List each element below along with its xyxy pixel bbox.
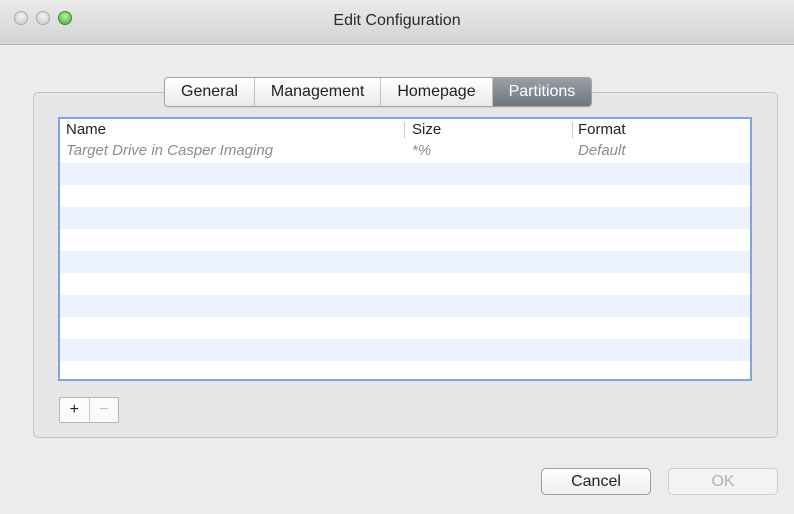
empty-table-row bbox=[60, 229, 750, 251]
tab-management[interactable]: Management bbox=[255, 78, 382, 106]
tab-general[interactable]: General bbox=[165, 78, 255, 106]
remove-partition-button[interactable]: − bbox=[90, 398, 119, 422]
ok-button[interactable]: OK bbox=[668, 468, 778, 495]
cell-format: Default bbox=[578, 142, 626, 159]
empty-table-row bbox=[60, 273, 750, 295]
tab-homepage[interactable]: Homepage bbox=[381, 78, 493, 106]
edit-configuration-window: Edit Configuration General Management Ho… bbox=[0, 0, 794, 514]
empty-table-row bbox=[60, 295, 750, 317]
tab-bar: General Management Homepage Partitions bbox=[164, 77, 593, 107]
cell-name: Target Drive in Casper Imaging bbox=[66, 142, 274, 159]
empty-table-row bbox=[60, 361, 750, 379]
window-title: Edit Configuration bbox=[333, 12, 461, 29]
column-divider[interactable] bbox=[404, 122, 405, 138]
table-header: Name Size Format bbox=[60, 119, 750, 142]
title-bar: Edit Configuration bbox=[0, 0, 794, 45]
empty-table-row bbox=[60, 251, 750, 273]
empty-table-row bbox=[60, 207, 750, 229]
empty-table-row bbox=[60, 317, 750, 339]
column-divider[interactable] bbox=[572, 122, 573, 138]
table-body: Target Drive in Casper Imaging *% Defaul… bbox=[60, 141, 750, 379]
table-row[interactable]: Target Drive in Casper Imaging *% Defaul… bbox=[60, 141, 750, 163]
column-header-size[interactable]: Size bbox=[412, 121, 441, 138]
add-partition-button[interactable]: + bbox=[60, 398, 90, 422]
empty-table-row bbox=[60, 163, 750, 185]
add-remove-controls: + − bbox=[59, 397, 119, 423]
empty-table-row bbox=[60, 185, 750, 207]
partitions-table[interactable]: Name Size Format Target Drive in Casper … bbox=[58, 117, 752, 381]
tab-partitions[interactable]: Partitions bbox=[492, 78, 592, 106]
cell-size: *% bbox=[412, 142, 432, 159]
column-header-format[interactable]: Format bbox=[578, 121, 626, 138]
empty-table-row bbox=[60, 339, 750, 361]
column-header-name[interactable]: Name bbox=[66, 121, 106, 138]
cancel-button[interactable]: Cancel bbox=[541, 468, 651, 495]
